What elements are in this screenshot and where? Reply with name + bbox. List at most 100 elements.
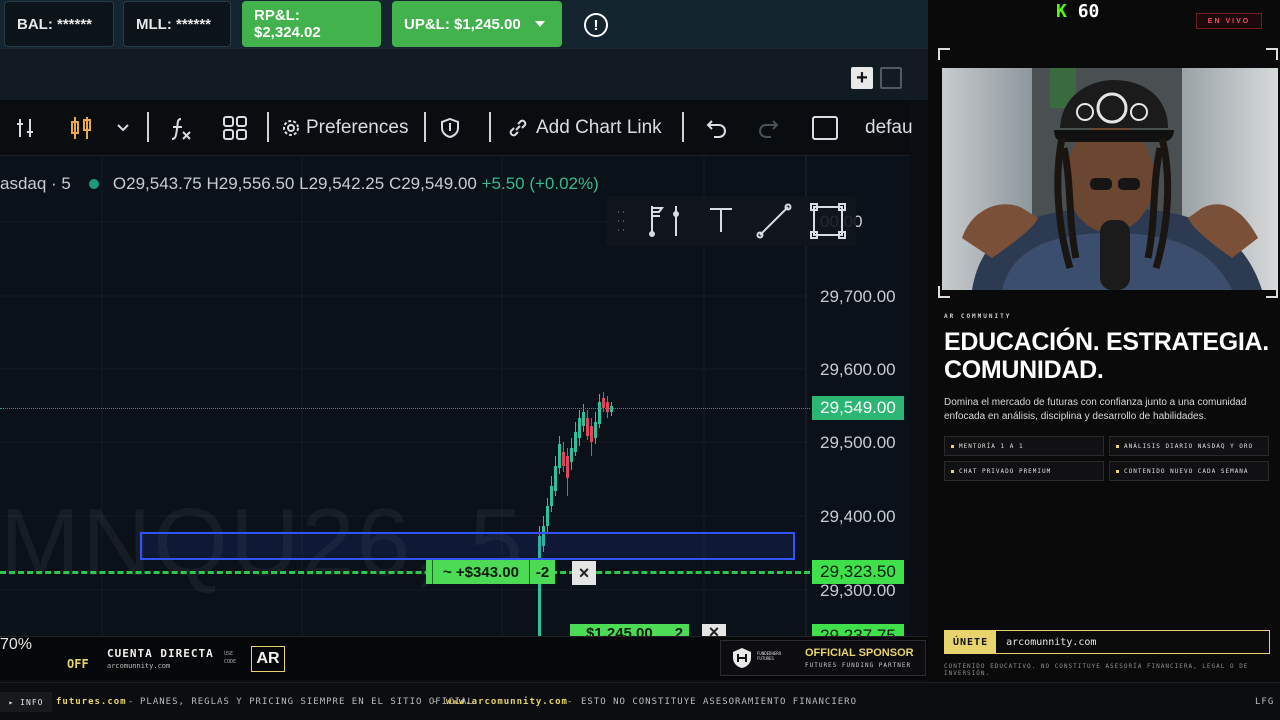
chevron-down-icon xyxy=(117,124,129,132)
unrealized-pnl-text: UP&L: $1,245.00 xyxy=(404,15,521,33)
community-label: AR COMMUNITY xyxy=(944,313,1012,320)
high-value: H29,556.50 xyxy=(206,174,295,193)
bullet-icon xyxy=(1116,444,1119,448)
use-code-label: USE CODE xyxy=(224,651,237,665)
text-tool-icon[interactable] xyxy=(708,206,734,234)
position-tag[interactable]: $1,245.00 2 xyxy=(570,624,690,636)
chart-type-dropdown[interactable] xyxy=(116,100,130,156)
ticker-item: futures.com xyxy=(56,697,127,707)
unrealized-pnl-pill[interactable]: UP&L: $1,245.00 xyxy=(392,1,562,47)
price-axis-label: 29,300.00 xyxy=(820,581,896,600)
order-pnl: ~ +$343.00 xyxy=(443,563,519,581)
candle-body xyxy=(610,406,613,412)
join-cta[interactable]: ÚNETE arcomunnity.com xyxy=(944,630,1270,654)
account-title: CUENTA DIRECTA xyxy=(107,647,214,660)
kick-logo-icon: K xyxy=(1056,1,1067,22)
frame-corner xyxy=(1266,48,1278,60)
chart-type-button[interactable] xyxy=(68,100,94,156)
bullet-icon xyxy=(951,444,954,448)
rectangle-tool-icon[interactable] xyxy=(810,203,846,239)
community-description: Domina el mercado de futuras con confian… xyxy=(944,397,1247,422)
feature-label: ANÁLISIS DIARIO NASDAQ Y ORO xyxy=(1124,442,1254,450)
preferences-button[interactable]: Preferences xyxy=(282,100,408,156)
redo-button[interactable] xyxy=(757,100,781,156)
open-value: O29,543.75 xyxy=(112,174,202,193)
compare-icon xyxy=(17,119,33,137)
position-pnl: $1,245.00 xyxy=(586,625,653,636)
sponsor-title: OFFICIAL SPONSOR xyxy=(805,647,914,659)
template-selector[interactable]: defau xyxy=(865,100,913,156)
ticker-info-label: ▸ INFO xyxy=(0,692,52,712)
current-price-line xyxy=(0,408,810,409)
candle-body xyxy=(598,402,601,424)
line-tool-icon[interactable] xyxy=(756,203,792,239)
shield-button[interactable] xyxy=(440,100,460,156)
candle-body xyxy=(546,506,549,526)
close-icon: × xyxy=(578,562,590,583)
change-value: +5.50 (+0.02%) xyxy=(481,174,599,193)
order-pnl-tag[interactable]: ~ +$343.00 -2 xyxy=(426,560,556,584)
headline-line-1: EDUCACIÓN. ESTRATEGIA. xyxy=(944,328,1269,356)
discount-off: OFF xyxy=(67,657,89,671)
gear-icon xyxy=(283,120,299,136)
ticker-item: ESTO NO CONSTITUYE ASESORAMIENTO FINANCI… xyxy=(581,697,857,707)
toolbar-divider xyxy=(489,112,491,142)
candle-body xyxy=(566,456,569,478)
fullscreen-button[interactable] xyxy=(811,100,839,156)
realized-pnl-pill[interactable]: RP&L: $2,324.02 xyxy=(242,1,381,47)
feature-item: CHAT PRIVADO PREMIUM xyxy=(944,461,1104,481)
price-zone-rectangle[interactable] xyxy=(140,532,795,560)
sponsor-logo-icon xyxy=(733,648,751,668)
realized-pnl-text: RP&L: $2,324.02 xyxy=(254,7,321,41)
ticker-separator: - xyxy=(567,697,574,707)
close-position-button[interactable]: × xyxy=(702,624,726,636)
compare-button[interactable] xyxy=(14,100,38,156)
order-price-line[interactable] xyxy=(0,571,810,574)
undo-button[interactable] xyxy=(704,100,728,156)
streamer-webcam-image xyxy=(942,68,1278,290)
add-tab-button[interactable]: + xyxy=(851,67,873,89)
frame-corner xyxy=(938,48,950,60)
cancel-order-button[interactable]: × xyxy=(572,561,596,585)
mll-pill[interactable]: MLL: ****** xyxy=(123,1,231,47)
balance-text: BAL: ****** xyxy=(17,15,93,33)
add-chart-link-button[interactable]: Add Chart Link xyxy=(506,100,662,156)
chevron-down-icon xyxy=(534,21,545,27)
order-quantity: -2 xyxy=(535,563,550,581)
candle-body xyxy=(586,418,589,436)
bullet-icon xyxy=(1116,469,1119,473)
feature-label: CONTENIDO NUEVO CADA SEMANA xyxy=(1124,467,1249,475)
candle-body xyxy=(574,432,577,452)
warning-icon[interactable]: ! xyxy=(584,13,608,37)
position-quantity: 2 xyxy=(674,625,684,636)
candle-body xyxy=(562,452,565,466)
fib-tool-icon[interactable] xyxy=(646,204,682,238)
join-url: arcomunnity.com xyxy=(1006,636,1097,648)
maximize-button[interactable] xyxy=(880,67,902,89)
chart-tab-strip xyxy=(0,48,928,100)
candle-body xyxy=(578,418,581,438)
ohlc-legend: asdaq · 5 O29,543.75 H29,556.50 L29,542.… xyxy=(0,172,599,196)
candle-body xyxy=(590,426,593,442)
grid-icon xyxy=(223,116,247,140)
layouts-button[interactable] xyxy=(222,100,248,156)
add-chart-link-label: Add Chart Link xyxy=(536,117,662,138)
mll-text: MLL: ****** xyxy=(136,15,212,33)
symbol-label: asdaq · 5 xyxy=(0,174,71,193)
balance-pill[interactable]: BAL: ****** xyxy=(4,1,114,47)
sponsor-subtitle: FUTURES FUNDING PARTNER xyxy=(805,662,912,669)
viewer-counter: K 60 xyxy=(1056,1,1099,22)
drag-handle-icon[interactable] xyxy=(616,209,626,233)
headline-line-2: COMUNIDAD. xyxy=(944,356,1104,384)
price-axis-label: 29,500.00 xyxy=(820,433,896,452)
ticker-item: PLANES, REGLAS Y PRICING SIEMPRE EN EL S… xyxy=(140,697,474,707)
disclaimer-text: CONTENIDO EDUCATIVO. NO CONSTITUYE ASESO… xyxy=(944,663,1249,677)
toolbar-divider xyxy=(267,112,269,142)
chart-toolbar: Preferences Add Chart Link defau xyxy=(0,100,913,156)
candle-body xyxy=(558,444,561,468)
current-price-badge: 29,549.00 xyxy=(812,396,904,420)
low-value: L29,542.25 xyxy=(299,174,385,193)
indicators-button[interactable] xyxy=(168,100,194,156)
candle-body xyxy=(582,412,585,426)
community-headline: EDUCACIÓN. ESTRATEGIA. COMUNIDAD. xyxy=(944,328,1269,384)
